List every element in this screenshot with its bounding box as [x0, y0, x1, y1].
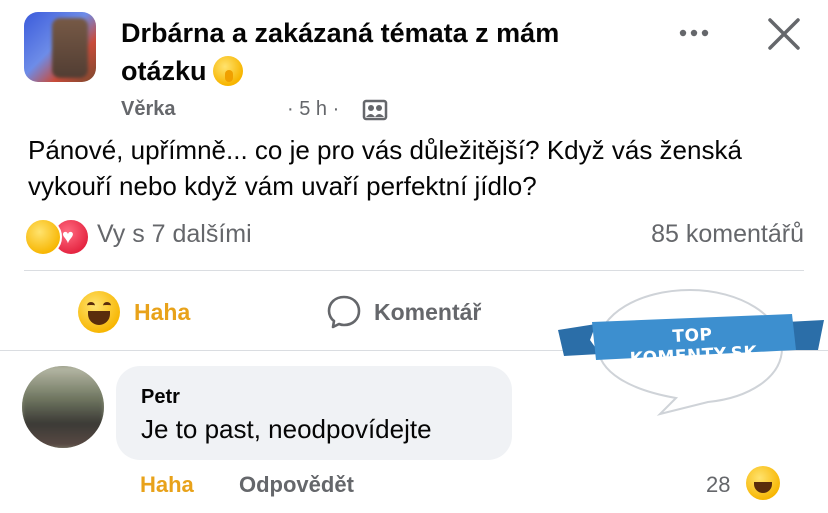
post-time: · 5 h · [287, 98, 340, 120]
comment-icon [327, 295, 361, 329]
comment-bubble [116, 366, 512, 460]
comments-count[interactable]: 85 komentářů [651, 220, 804, 249]
comment-button[interactable]: Komentář [326, 292, 481, 332]
reactions-summary[interactable]: Vy s 7 dalšími [97, 220, 252, 249]
commenter-avatar[interactable] [22, 366, 104, 448]
group-avatar[interactable] [24, 12, 96, 82]
haha-icon[interactable] [746, 466, 780, 500]
post-author[interactable]: Věrka [121, 98, 176, 121]
group-title[interactable]: Drbárna a zakázaná témata z mám otázku [121, 14, 641, 90]
comment-haha-button[interactable]: Haha [140, 472, 194, 498]
divider [24, 270, 804, 271]
comment-reply-button[interactable]: Odpovědět [239, 472, 354, 498]
group-title-text: Drbárna a zakázaná témata z mám otázku [121, 18, 560, 86]
comment-reaction-count[interactable]: 28 [706, 472, 730, 498]
shush-emoji-icon [212, 56, 243, 86]
watermark-text: TOP KOMENTY.SK [629, 324, 758, 370]
comment-button-label: Komentář [374, 298, 482, 325]
group-icon [362, 99, 388, 121]
haha-button[interactable]: Haha [78, 290, 190, 334]
comment-author[interactable]: Petr [141, 386, 180, 409]
haha-icon [78, 291, 120, 333]
haha-button-label: Haha [134, 298, 191, 325]
comment-text: Je to past, neodpovídejte [141, 414, 432, 444]
more-icon[interactable] [674, 18, 714, 48]
post-text: Pánové, upřímně... co je pro vás důležit… [28, 135, 742, 201]
haha-icon[interactable] [24, 218, 62, 256]
close-icon[interactable] [764, 14, 804, 54]
